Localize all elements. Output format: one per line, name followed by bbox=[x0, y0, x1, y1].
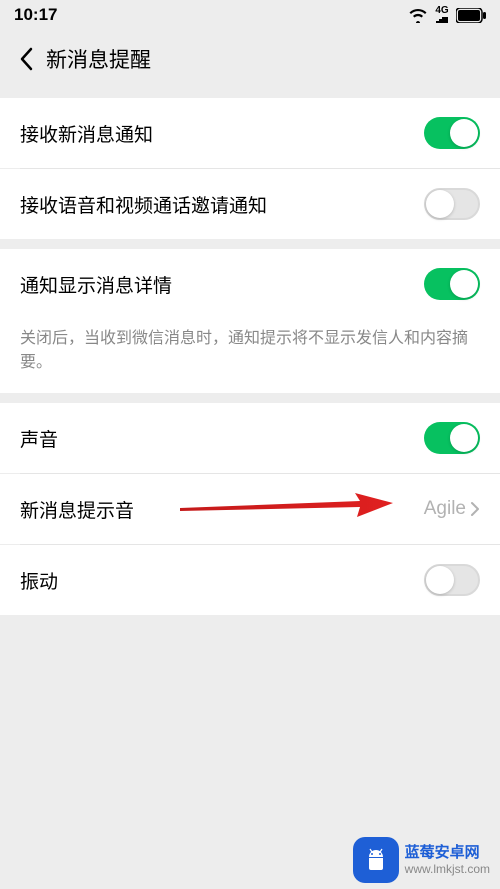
divider bbox=[20, 168, 500, 169]
back-button[interactable] bbox=[10, 43, 42, 75]
watermark-logo bbox=[353, 837, 399, 883]
toggle-receive-notify[interactable] bbox=[424, 117, 480, 149]
status-icons: 4G bbox=[408, 6, 486, 24]
watermark-url: www.lmkjst.com bbox=[405, 862, 490, 876]
row-receive-call[interactable]: 接收语音和视频通话邀请通知 bbox=[0, 169, 500, 239]
row-value-container: Agile bbox=[424, 498, 480, 520]
section-gap bbox=[0, 239, 500, 249]
status-time: 10:17 bbox=[14, 5, 57, 25]
page-title: 新消息提醒 bbox=[46, 44, 151, 74]
android-icon bbox=[361, 845, 391, 875]
toggle-sound[interactable] bbox=[424, 422, 480, 454]
row-label: 新消息提示音 bbox=[20, 496, 134, 523]
toggle-show-detail[interactable] bbox=[424, 268, 480, 300]
row-label: 接收语音和视频通话邀请通知 bbox=[20, 191, 267, 218]
divider bbox=[20, 473, 500, 474]
row-label: 振动 bbox=[20, 567, 58, 594]
watermark: 蓝莓安卓网 www.lmkjst.com bbox=[343, 831, 500, 889]
toggle-knob bbox=[450, 424, 478, 452]
chevron-right-icon bbox=[470, 501, 480, 517]
section-gap bbox=[0, 393, 500, 403]
chevron-left-icon bbox=[19, 47, 33, 71]
wifi-icon bbox=[408, 7, 428, 23]
divider bbox=[20, 544, 500, 545]
row-tone[interactable]: 新消息提示音 Agile bbox=[0, 474, 500, 544]
row-value: Agile bbox=[424, 498, 466, 520]
toggle-knob bbox=[450, 119, 478, 147]
watermark-name: 蓝莓安卓网 bbox=[405, 844, 490, 862]
network-4g-icon: 4G bbox=[434, 6, 450, 24]
row-label: 通知显示消息详情 bbox=[20, 271, 172, 298]
toggle-receive-call[interactable] bbox=[424, 188, 480, 220]
toggle-knob bbox=[450, 270, 478, 298]
battery-icon bbox=[456, 8, 486, 23]
status-bar: 10:17 4G bbox=[0, 0, 500, 30]
section-gap bbox=[0, 88, 500, 98]
row-label: 声音 bbox=[20, 425, 58, 452]
row-label: 接收新消息通知 bbox=[20, 120, 153, 147]
watermark-text: 蓝莓安卓网 www.lmkjst.com bbox=[405, 844, 490, 876]
row-receive-notify[interactable]: 接收新消息通知 bbox=[0, 98, 500, 168]
nav-header: 新消息提醒 bbox=[0, 30, 500, 88]
toggle-vibrate[interactable] bbox=[424, 564, 480, 596]
toggle-knob bbox=[426, 566, 454, 594]
row-show-detail[interactable]: 通知显示消息详情 bbox=[0, 249, 500, 319]
row-vibrate[interactable]: 振动 bbox=[0, 545, 500, 615]
description-text: 关闭后，当收到微信消息时，通知提示将不显示发信人和内容摘要。 bbox=[20, 327, 480, 375]
description-block: 关闭后，当收到微信消息时，通知提示将不显示发信人和内容摘要。 bbox=[0, 319, 500, 393]
row-sound[interactable]: 声音 bbox=[0, 403, 500, 473]
toggle-knob bbox=[426, 190, 454, 218]
